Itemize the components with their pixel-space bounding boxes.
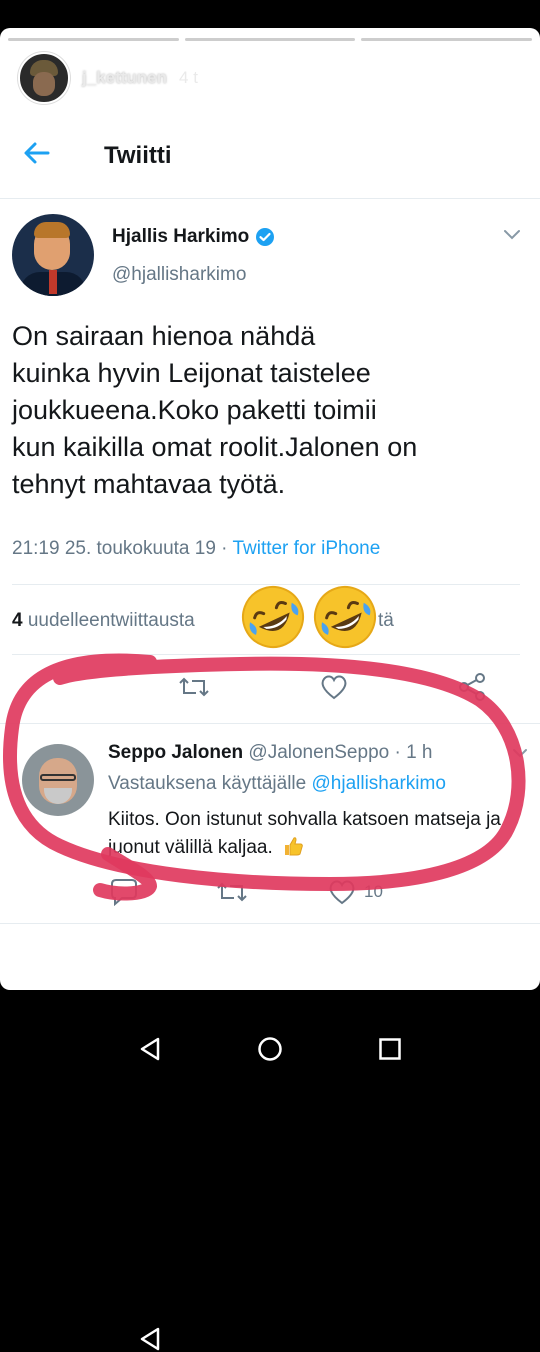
send-icon[interactable] — [466, 950, 506, 990]
author-avatar[interactable] — [12, 214, 94, 296]
retweet-count-row[interactable]: 4 uudelleentwiittausta — [12, 610, 195, 632]
camera-icon[interactable] — [26, 948, 70, 990]
like-heart-icon[interactable] — [318, 673, 350, 701]
message-input[interactable]: Lähetä viesti — [96, 938, 432, 990]
nav-back-icon[interactable] — [138, 1326, 162, 1352]
reply-header: Seppo Jalonen @JalonenSeppo · 1 h — [108, 742, 433, 764]
progress-segment — [361, 38, 533, 41]
tweet-text-line: kuinka hyvin Leijonat taistelee — [12, 358, 371, 388]
laughing-crying-emoji-icon — [314, 586, 376, 648]
nav-home-icon[interactable] — [257, 1036, 283, 1062]
progress-segment — [184, 38, 356, 41]
reply-author-name[interactable]: Seppo Jalonen — [108, 742, 243, 763]
divider — [12, 654, 520, 655]
author-name-row[interactable]: Hjallis Harkimo — [112, 226, 275, 248]
reply-icon[interactable] — [108, 878, 140, 906]
likes-label[interactable]: tä — [378, 610, 394, 632]
retweet-icon[interactable] — [216, 878, 248, 906]
page-title: Twiitti — [104, 142, 172, 169]
story-progress-bar — [8, 38, 533, 41]
twitter-header: Twiitti — [0, 108, 540, 199]
share-icon[interactable] — [456, 673, 488, 701]
tweet-timestamp[interactable]: 21:19 25. toukokuuta 19 · — [12, 538, 232, 559]
like-heart-icon[interactable] — [326, 878, 358, 906]
tweet-text-line: On sairaan hienoa nähdä — [12, 321, 316, 351]
reply-text: Kiitos. Oon istunut sohvalla katsoen mat… — [108, 806, 508, 862]
author-handle[interactable]: @hjallisharkimo — [112, 264, 246, 286]
story-header: j_kettunen 4 t — [18, 52, 198, 104]
story-username[interactable]: j_kettunen — [82, 68, 167, 88]
tweet-meta: 21:19 25. toukokuuta 19 · Twitter for iP… — [12, 538, 380, 560]
tweet-text-line: kun kaikilla omat roolit.Jalonen on — [12, 432, 418, 462]
system-navigation-bar — [0, 990, 540, 1351]
story-time: 4 t — [179, 68, 198, 87]
chevron-down-icon[interactable] — [512, 746, 528, 760]
tweet-text-line: joukkueena.Koko paketti toimii — [12, 395, 377, 425]
progress-segment — [8, 38, 179, 41]
laughing-crying-emoji-icon — [242, 586, 304, 648]
author-name[interactable]: Hjallis Harkimo — [112, 226, 249, 248]
replying-to-handle[interactable]: @hjallisharkimo — [312, 773, 446, 794]
tweet-source[interactable]: Twitter for iPhone — [232, 538, 380, 559]
back-arrow-icon[interactable] — [22, 138, 52, 168]
instagram-story[interactable]: j_kettunen 4 t Twiitti Hjallis Harkimo @… — [0, 28, 540, 990]
reply-like-count: 10 — [364, 882, 383, 901]
tweet-text-line: tehnyt mahtavaa työtä. — [12, 469, 286, 499]
replying-to: Vastauksena käyttäjälle @hjallisharkimo — [108, 773, 530, 795]
reply-author-avatar[interactable] — [22, 744, 94, 816]
tweet-text: On sairaan hienoa nähdä kuinka hyvin Lei… — [12, 318, 528, 503]
more-dots-icon[interactable] — [395, 959, 399, 981]
retweet-label: uudelleentwiittausta — [22, 610, 195, 631]
replying-to-label: Vastauksena käyttäjälle — [108, 773, 312, 794]
message-placeholder: Lähetä viesti — [121, 959, 223, 979]
nav-recents-icon[interactable] — [378, 1037, 402, 1061]
chevron-down-icon[interactable] — [502, 226, 522, 242]
story-avatar[interactable] — [18, 52, 70, 104]
reply-text-content: Kiitos. Oon istunut sohvalla katsoen mat… — [108, 809, 501, 858]
verified-badge-icon — [256, 228, 275, 246]
retweet-icon[interactable] — [178, 673, 210, 701]
reply-author-handle[interactable]: @JalonenSeppo · 1 h — [243, 742, 432, 763]
retweet-count: 4 — [12, 610, 23, 631]
nav-back-icon[interactable] — [138, 1036, 162, 1062]
divider — [0, 923, 540, 924]
divider — [0, 723, 540, 724]
thumbs-up-emoji-icon — [285, 837, 303, 856]
reply-actions — [108, 878, 540, 908]
